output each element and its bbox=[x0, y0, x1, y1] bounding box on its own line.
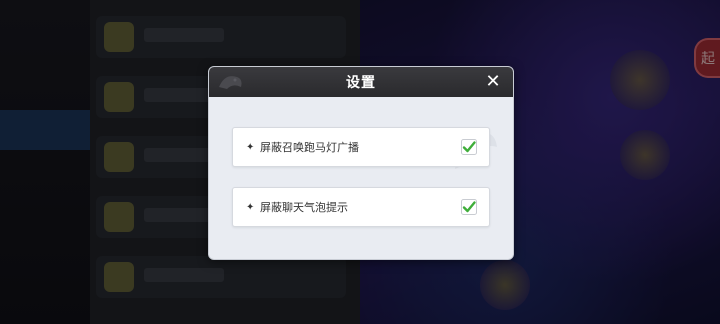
dialog-body: ✦ 屏蔽召唤跑马灯广播 ✦ 屏蔽聊天气泡提示 bbox=[209, 97, 513, 259]
star-bullet-icon: ✦ bbox=[246, 201, 255, 213]
option-label: 屏蔽聊天气泡提示 bbox=[260, 201, 348, 214]
option-block-chat-bubble[interactable]: ✦ 屏蔽聊天气泡提示 bbox=[232, 187, 490, 227]
close-icon[interactable]: ✕ bbox=[483, 72, 503, 92]
settings-dialog: 设置 ✕ ✦ 屏蔽召唤跑马灯广播 ✦ 屏蔽聊天气泡提示 bbox=[208, 66, 514, 260]
checkmark-icon[interactable] bbox=[461, 199, 477, 215]
star-bullet-icon: ✦ bbox=[246, 141, 255, 153]
dialog-header: 设置 ✕ bbox=[209, 67, 513, 97]
option-block-summon-broadcast[interactable]: ✦ 屏蔽召唤跑马灯广播 bbox=[232, 127, 490, 167]
checkmark-icon[interactable] bbox=[461, 139, 477, 155]
dialog-title: 设置 bbox=[346, 75, 376, 91]
header-decoration-icon bbox=[219, 76, 242, 89]
option-label: 屏蔽召唤跑马灯广播 bbox=[260, 141, 359, 154]
